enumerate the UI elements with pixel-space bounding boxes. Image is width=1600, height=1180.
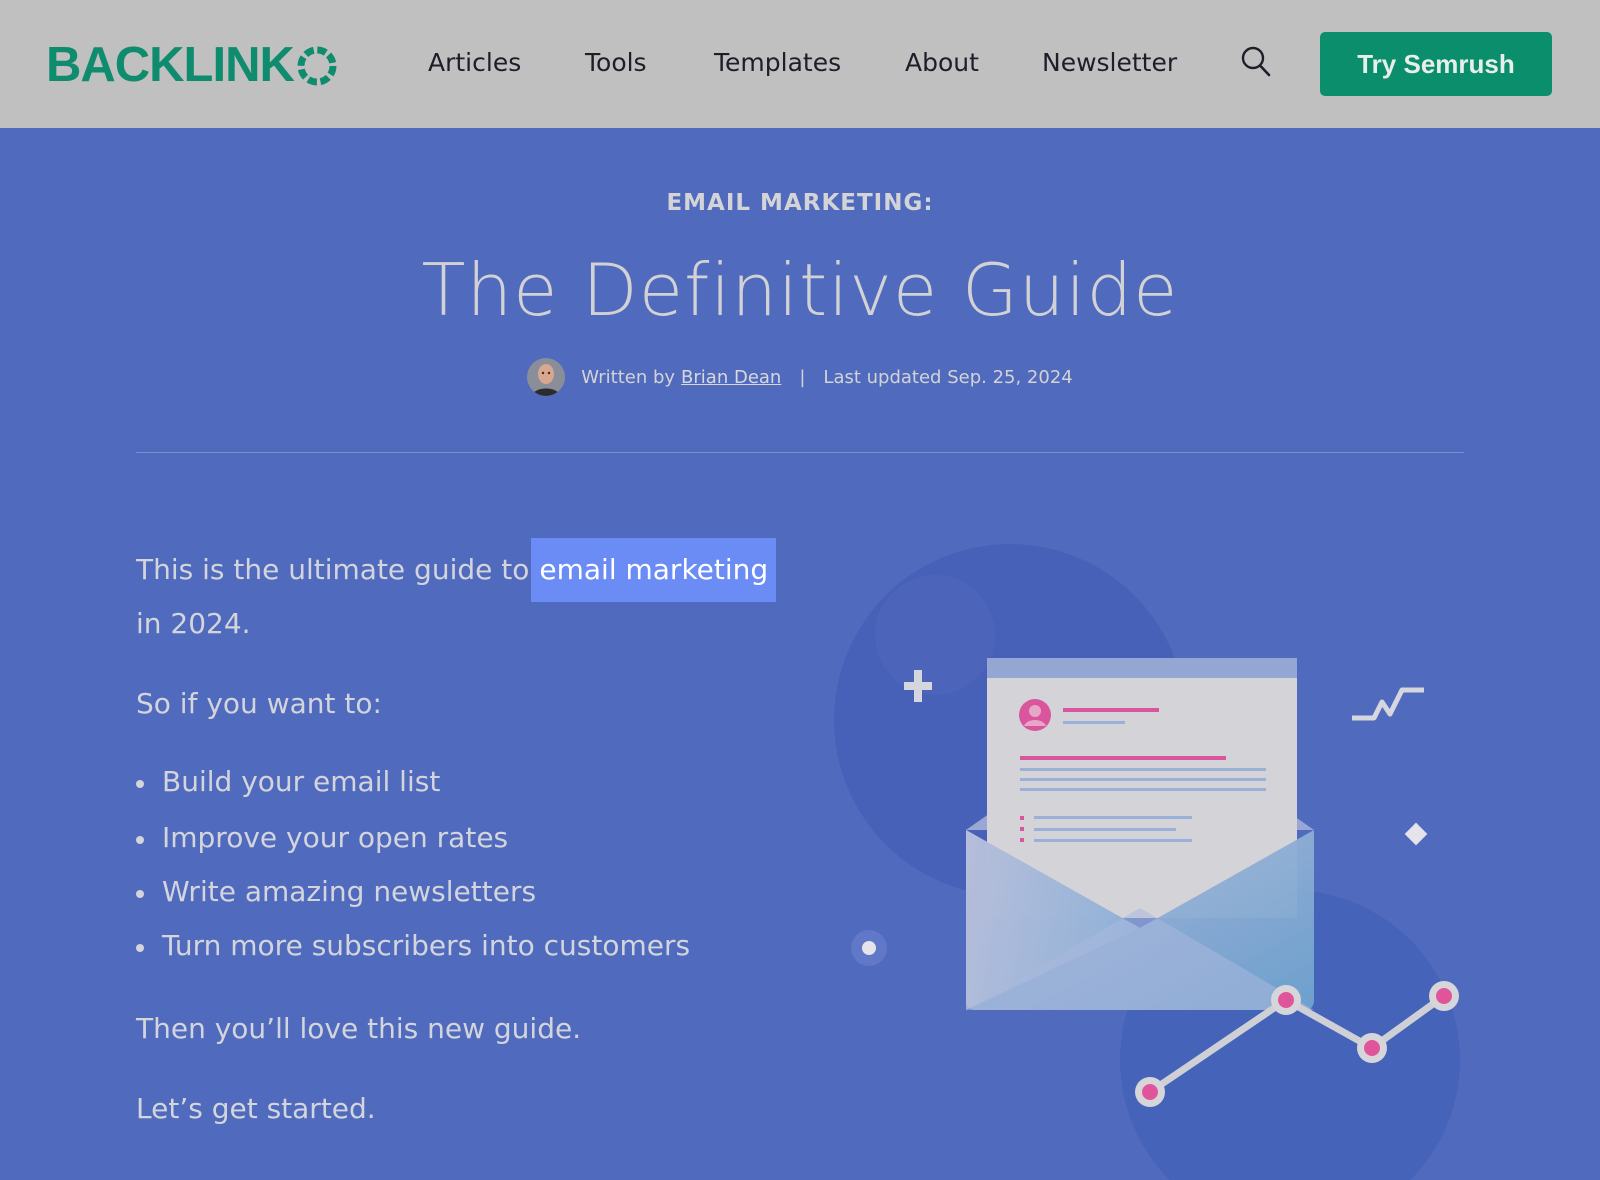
written-by-label: Written by: [581, 366, 676, 388]
try-semrush-button[interactable]: Try Semrush: [1320, 32, 1552, 96]
site-header: BACKLINK Articles Tools Templates About …: [0, 0, 1600, 128]
backlinko-logo[interactable]: BACKLINK: [46, 40, 338, 90]
diamond-sparkle-icon: [1404, 822, 1428, 846]
nav-newsletter[interactable]: Newsletter: [1042, 46, 1177, 80]
page-title: The Definitive Guide: [421, 248, 1179, 332]
intro-line-1: This is the ultimate guide to email marke…: [136, 538, 777, 602]
last-updated: Last updated Sep. 25, 2024: [823, 366, 1073, 388]
closing-line-1: Then you’ll love this new guide.: [136, 1012, 582, 1045]
nav-articles[interactable]: Articles: [428, 46, 521, 80]
nav-templates[interactable]: Templates: [714, 46, 841, 80]
category-kicker: EMAIL MARKETING:: [666, 190, 934, 216]
logo-text: BACKLINK: [46, 38, 295, 92]
byline: Written by Brian Dean | Last updated Sep…: [0, 358, 1600, 396]
nav-tools[interactable]: Tools: [585, 46, 647, 80]
author-link[interactable]: Brian Dean: [681, 367, 781, 388]
list-item: Improve your open rates: [136, 818, 690, 858]
list-item: Turn more subscribers into customers: [136, 926, 690, 966]
byline-separator: |: [799, 366, 806, 388]
search-icon: [1241, 46, 1271, 77]
intro-line-2: in 2024.: [136, 607, 251, 640]
author-avatar: [527, 358, 566, 396]
search-button[interactable]: [1240, 45, 1272, 79]
closing-line-2: Let’s get started.: [136, 1092, 376, 1125]
bg-circle-faint: [875, 575, 995, 695]
email-envelope-illustration: [834, 544, 1460, 1180]
intro-text: This is the ultimate guide to: [136, 553, 530, 586]
list-item: Write amazing newsletters: [136, 872, 690, 912]
nav-about[interactable]: About: [905, 46, 979, 80]
list-item: Build your email list: [136, 762, 690, 802]
benefits-list: Build your email list Improve your open …: [136, 762, 690, 966]
lead-in: So if you want to:: [136, 687, 382, 720]
hero-divider: [136, 452, 1464, 453]
logo-o-icon: [297, 46, 337, 86]
selected-text-highlight[interactable]: email marketing: [531, 538, 777, 602]
zigzag-sparkle-icon: [1352, 687, 1424, 721]
